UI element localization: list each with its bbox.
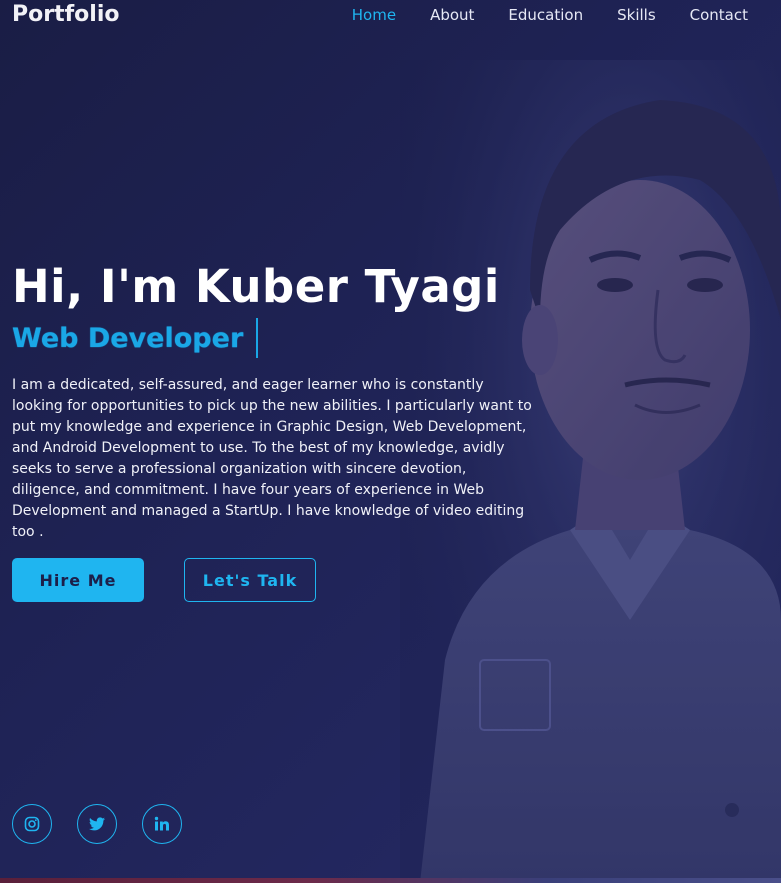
hero-greeting: Hi, I'm Kuber Tyagi <box>12 260 500 313</box>
typing-caret <box>256 318 259 358</box>
linkedin-link[interactable] <box>142 804 182 844</box>
instagram-link[interactable] <box>12 804 52 844</box>
role-line: Web Developer <box>12 318 259 358</box>
hero-role: Web Developer <box>12 322 244 354</box>
nav-education[interactable]: Education <box>508 6 583 24</box>
bottom-strip <box>0 878 781 883</box>
linkedin-icon <box>154 816 169 831</box>
nav-home[interactable]: Home <box>352 6 396 24</box>
instagram-icon <box>24 816 40 832</box>
site-header: Portfolio Home About Education Skills Co… <box>0 0 781 34</box>
twitter-icon <box>89 817 105 831</box>
hero-bio: I am a dedicated, self-assured, and eage… <box>12 377 532 540</box>
nav-about[interactable]: About <box>430 6 474 24</box>
hire-me-button[interactable]: Hire Me <box>12 558 144 602</box>
lets-talk-button[interactable]: Let's Talk <box>184 558 316 602</box>
main-nav: Home About Education Skills Contact <box>352 6 748 24</box>
site-logo[interactable]: Portfolio <box>12 2 120 27</box>
nav-contact[interactable]: Contact <box>690 6 748 24</box>
nav-skills[interactable]: Skills <box>617 6 656 24</box>
twitter-link[interactable] <box>77 804 117 844</box>
